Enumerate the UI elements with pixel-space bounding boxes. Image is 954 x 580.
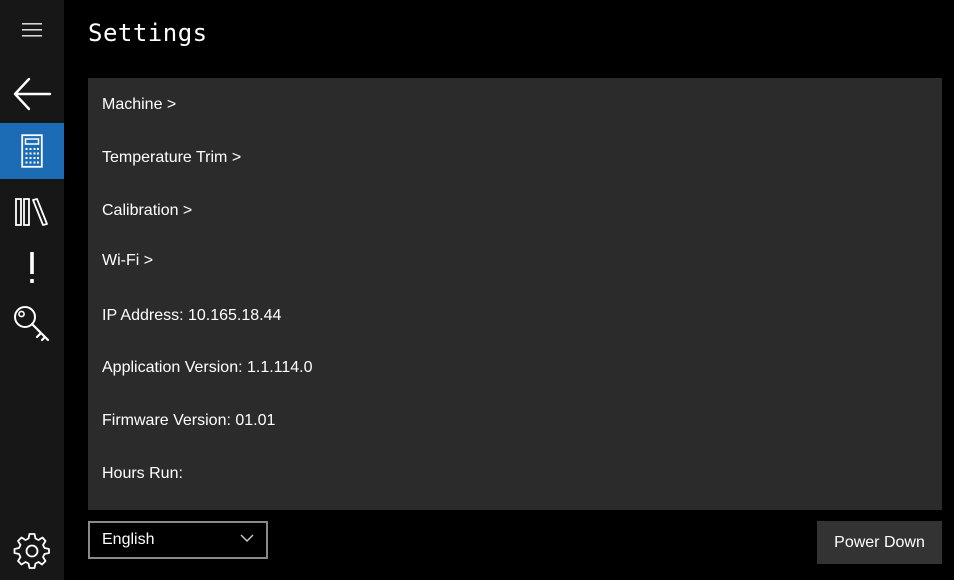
setting-machine-link[interactable]: Machine > <box>102 90 176 120</box>
calculator-icon <box>21 134 43 168</box>
nav-item-settings[interactable] <box>0 522 64 578</box>
setting-calibration-link[interactable]: Calibration > <box>102 196 192 226</box>
hamburger-menu-button[interactable] <box>0 9 64 51</box>
nav-item-keys[interactable] <box>0 296 64 352</box>
library-icon <box>15 198 48 226</box>
settings-panel: Machine > Temperature Trim > Calibration… <box>88 78 942 510</box>
power-down-button[interactable]: Power Down <box>817 521 942 564</box>
page-title: Settings <box>88 19 208 47</box>
back-arrow-icon <box>13 77 52 111</box>
firmware-version-label: Firmware Version: 01.01 <box>102 412 276 429</box>
nav-rail <box>0 0 64 580</box>
gear-icon <box>13 533 50 569</box>
nav-item-library[interactable] <box>0 184 64 240</box>
ip-address-label: IP Address: 10.165.18.44 <box>102 307 282 324</box>
application-version-label: Application Version: 1.1.114.0 <box>102 359 313 376</box>
back-button[interactable] <box>0 66 64 122</box>
language-select-value: English <box>102 531 155 548</box>
hamburger-icon <box>22 23 42 37</box>
chevron-down-icon <box>240 534 254 542</box>
language-select[interactable]: English <box>88 521 268 559</box>
setting-temperature-trim-link[interactable]: Temperature Trim > <box>102 143 241 173</box>
nav-item-alerts[interactable] <box>0 240 64 296</box>
exclamation-icon <box>30 252 34 283</box>
nav-item-calculator[interactable] <box>0 123 64 179</box>
app-window: Settings Machine > Temperature Trim > Ca… <box>0 0 954 580</box>
hours-run-label: Hours Run: <box>102 465 183 482</box>
setting-wifi-link[interactable]: Wi-Fi > <box>102 246 153 276</box>
key-icon <box>14 306 50 342</box>
